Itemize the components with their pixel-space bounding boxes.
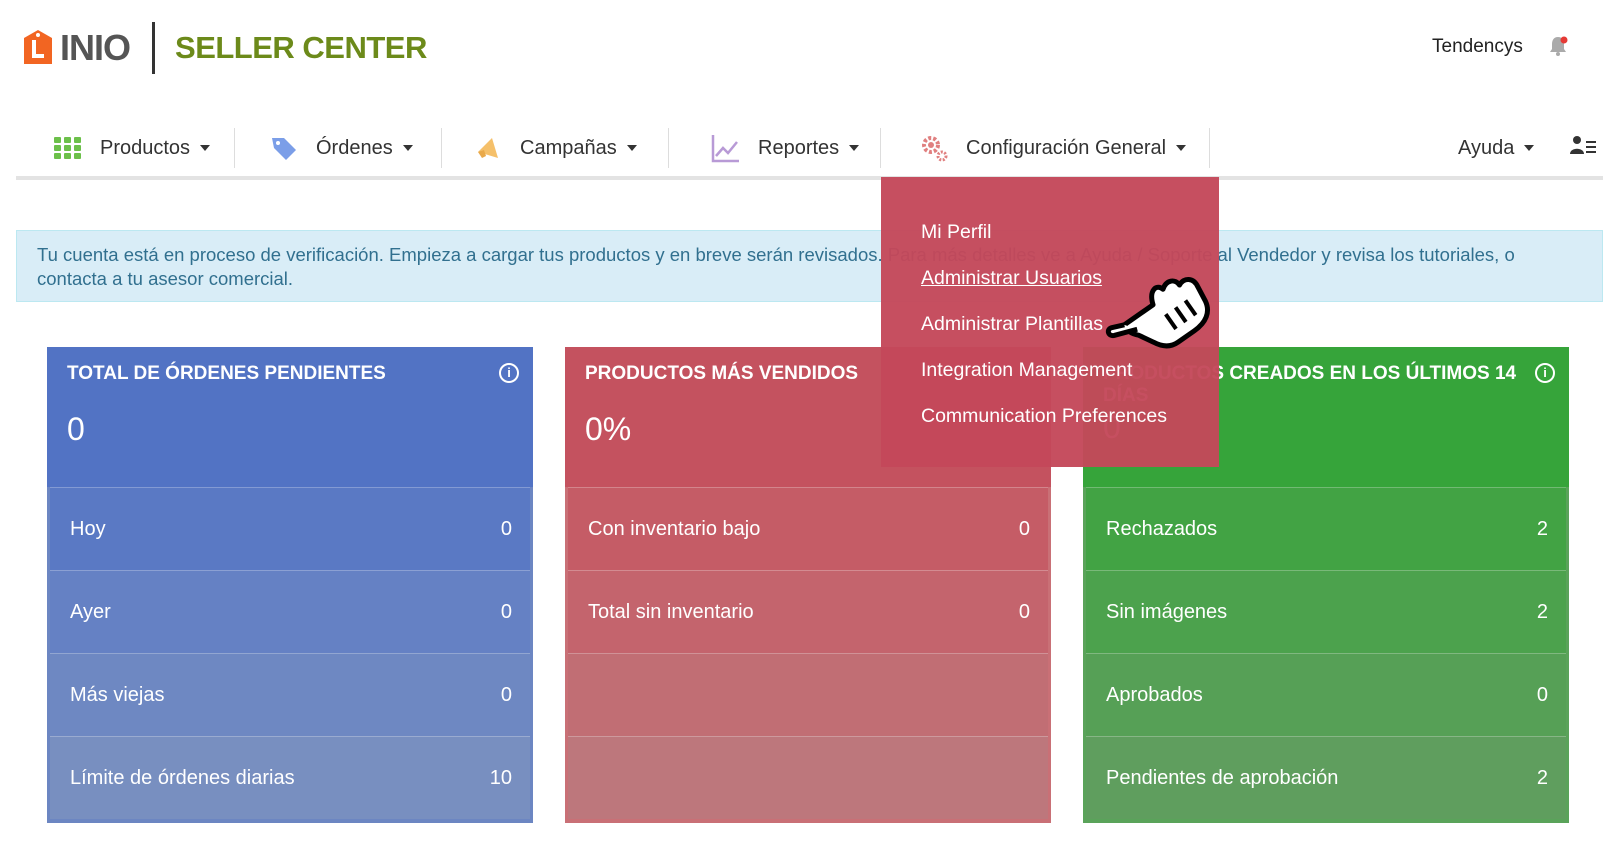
megaphone-icon (478, 138, 498, 158)
user-list-icon[interactable] (1569, 134, 1597, 158)
nav-configuracion-label: Configuración General (966, 136, 1167, 159)
row-value: 0 (500, 600, 512, 623)
card-row[interactable]: Sin imágenes 2 (1086, 570, 1566, 653)
card-row (568, 736, 1048, 819)
tag-icon (272, 138, 296, 160)
card-row[interactable]: Pendientes de aprobación 2 (1086, 736, 1566, 819)
nav-ayuda[interactable]: Ayuda (1458, 120, 1535, 176)
card-row[interactable]: Límite de órdenes diarias 10 (50, 736, 530, 819)
row-label: Más viejas (70, 683, 165, 706)
linio-logo-icon (24, 30, 52, 64)
nav-separator (441, 128, 442, 168)
nav-ayuda-label: Ayuda (1458, 136, 1515, 159)
nav-separator (668, 128, 669, 168)
user-name[interactable]: Tendencys (1432, 36, 1523, 58)
card-row[interactable]: Hoy 0 (50, 487, 530, 570)
card-value: 0 (67, 411, 85, 447)
row-value: 0 (1018, 600, 1030, 623)
row-label: Total sin inventario (588, 600, 754, 623)
nav-campanas-label: Campañas (520, 136, 617, 159)
info-icon[interactable]: i (499, 363, 519, 383)
logo-divider (152, 22, 156, 74)
verification-alert: Tu cuenta está en proceso de verificació… (16, 230, 1603, 302)
caret-down-icon (1524, 145, 1535, 151)
header: INIO SELLER CENTER Tendencys (0, 0, 1611, 100)
row-value: 2 (1536, 517, 1548, 540)
row-value: 0 (1536, 683, 1548, 706)
caret-down-icon (849, 145, 860, 151)
menu-item-communication-preferences[interactable]: Communication Preferences (881, 393, 1219, 439)
grid-icon (54, 137, 81, 159)
card-title: TOTAL DE ÓRDENES PENDIENTES (67, 363, 386, 384)
card-row[interactable]: Ayer 0 (50, 570, 530, 653)
nav-productos[interactable]: Productos (52, 120, 211, 176)
info-icon[interactable]: i (1535, 363, 1555, 383)
row-label: Pendientes de aprobación (1106, 766, 1339, 789)
nav-productos-label: Productos (100, 136, 191, 159)
row-value: 2 (1536, 600, 1548, 623)
row-label: Sin imágenes (1106, 600, 1228, 623)
card-row[interactable]: Con inventario bajo 0 (568, 487, 1048, 570)
caret-down-icon (402, 145, 413, 151)
nav-campanas[interactable]: Campañas (472, 120, 637, 176)
row-label: Límite de órdenes diarias (70, 766, 295, 789)
card-row[interactable]: Total sin inventario 0 (568, 570, 1048, 653)
card-pending-orders: TOTAL DE ÓRDENES PENDIENTES 0 i Hoy 0 Aye… (47, 347, 533, 823)
card-row (568, 653, 1048, 736)
hand-pointer-icon (1105, 276, 1210, 349)
row-label: Hoy (70, 517, 106, 540)
gear-icon (922, 136, 948, 162)
caret-down-icon (626, 145, 637, 151)
nav-separator (880, 128, 881, 168)
nav-configuracion-general[interactable]: Configuración General (918, 120, 1187, 176)
card-row[interactable]: Aprobados 0 (1086, 653, 1566, 736)
nav-reportes-label: Reportes (758, 136, 840, 159)
nav-separator (234, 128, 235, 168)
row-label: Aprobados (1106, 683, 1203, 706)
row-value: 10 (489, 766, 512, 789)
card-header: TOTAL DE ÓRDENES PENDIENTES 0 i (47, 347, 533, 487)
row-value: 0 (1018, 517, 1030, 540)
row-label: Con inventario bajo (588, 517, 761, 540)
linio-logo[interactable]: INIO SELLER CENTER (16, 20, 427, 76)
seller-center-title: SELLER CENTER (175, 30, 427, 65)
main-nav: Productos Órdenes Campañas Reportes Conf… (16, 120, 1603, 180)
row-value: 0 (500, 517, 512, 540)
nav-ordenes[interactable]: Órdenes (268, 120, 413, 176)
caret-down-icon (200, 145, 211, 151)
row-label: Rechazados (1106, 517, 1218, 540)
bell-icon[interactable] (1546, 34, 1570, 58)
chart-icon (711, 135, 739, 163)
row-label: Ayer (70, 600, 111, 623)
nav-ordenes-label: Órdenes (316, 136, 393, 159)
row-value: 2 (1536, 766, 1548, 789)
card-row[interactable]: Más viejas 0 (50, 653, 530, 736)
nav-separator (1209, 128, 1210, 168)
card-row[interactable]: Rechazados 2 (1086, 487, 1566, 570)
row-value: 0 (500, 683, 512, 706)
linio-logo-text: INIO (60, 27, 131, 68)
alert-text: Tu cuenta está en proceso de verificació… (37, 244, 1515, 289)
nav-reportes[interactable]: Reportes (710, 120, 860, 176)
menu-item-mi-perfil[interactable]: Mi Perfil (881, 209, 1219, 255)
caret-down-icon (1176, 145, 1187, 151)
